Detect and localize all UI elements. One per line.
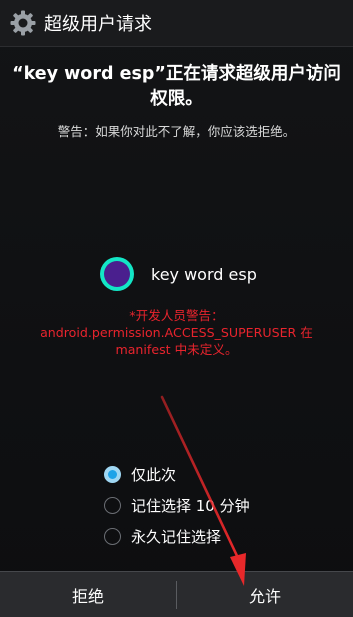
option-10-minutes[interactable]: 记住选择 10 分钟 [104, 490, 250, 521]
radio-unselected-icon[interactable] [104, 528, 121, 545]
option-label: 永久记住选择 [131, 528, 222, 546]
option-forever[interactable]: 永久记住选择 [104, 521, 250, 552]
app-name: key word esp [151, 264, 257, 284]
developer-warning-line: android.permission.ACCESS_SUPERUSER 在 [40, 325, 313, 340]
warning-message: 警告：如果你对此不了解，你应该选拒绝。 [57, 124, 296, 139]
requesting-app: key word esp [100, 257, 257, 291]
app-logo-icon [100, 257, 134, 291]
developer-warning: *开发人员警告： android.permission.ACCESS_SUPER… [0, 307, 353, 358]
developer-warning-line: manifest 中未定义。 [115, 342, 238, 357]
title-bar: 超级用户请求 [0, 0, 353, 47]
request-message: “key word esp”正在请求超级用户访问权限。 [12, 64, 341, 109]
button-bar: 拒绝 允许 [0, 571, 353, 617]
dialog-title: 超级用户请求 [44, 14, 152, 35]
option-label: 仅此次 [131, 466, 177, 484]
radio-unselected-icon[interactable] [104, 497, 121, 514]
developer-warning-line: *开发人员警告： [129, 308, 224, 323]
radio-selected-icon[interactable] [104, 466, 121, 483]
option-once[interactable]: 仅此次 [104, 459, 250, 490]
deny-button[interactable]: 拒绝 [0, 572, 176, 617]
gear-icon [6, 6, 40, 40]
option-label: 记住选择 10 分钟 [131, 497, 250, 515]
remember-options: 仅此次 记住选择 10 分钟 永久记住选择 [104, 459, 250, 552]
allow-button[interactable]: 允许 [177, 572, 353, 617]
superuser-request-screen: 超级用户请求 “key word esp”正在请求超级用户访问权限。 警告：如果… [0, 0, 353, 617]
